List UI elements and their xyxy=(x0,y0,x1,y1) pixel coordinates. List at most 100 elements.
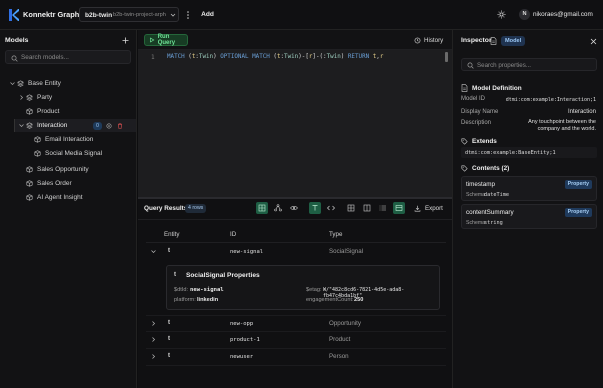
columns-icon xyxy=(363,204,371,212)
query-text[interactable]: MATCH (t:Twin) OPTIONAL MATCH (t:Twin)-[… xyxy=(167,54,383,60)
model-search-input[interactable] xyxy=(21,52,126,63)
contents-heading: Contents (2) xyxy=(461,165,509,172)
divider xyxy=(146,315,446,316)
table-cell-entity: t xyxy=(168,248,170,254)
grid-view-button[interactable] xyxy=(345,202,357,214)
run-query-button[interactable]: Run Query xyxy=(144,34,188,46)
divider xyxy=(138,219,452,220)
tree-item-label: Social Media Signal xyxy=(45,150,103,157)
tree-item-email-interaction[interactable]: Email Interaction xyxy=(34,133,93,146)
query-label: Twin xyxy=(326,54,341,60)
cube-icon xyxy=(26,180,33,187)
tree-item-product[interactable]: Product xyxy=(26,105,59,118)
extends-value-box[interactable]: dtmi:com:example:BaseEntity;1 xyxy=(461,147,597,158)
model-search[interactable] xyxy=(5,50,131,64)
user-email[interactable]: nikoraes@gmail.com xyxy=(533,11,593,18)
app-title: Konnektr Graph xyxy=(23,10,80,19)
query-keyword: MATCH xyxy=(167,54,185,60)
cube-icon xyxy=(34,136,41,143)
model-definition-heading: Model Definition xyxy=(461,84,522,92)
tree-item-social-media-signal[interactable]: Social Media Signal xyxy=(34,147,102,160)
preview-button[interactable] xyxy=(288,202,300,214)
tree-item-ai-agent-insight[interactable]: AI Agent Insight xyxy=(26,191,83,204)
graph-view-button[interactable] xyxy=(272,202,284,214)
sun-icon[interactable] xyxy=(497,10,506,19)
chevron-down-icon[interactable] xyxy=(18,122,25,129)
project-name: b2b-twin xyxy=(85,11,113,19)
avatar[interactable]: N xyxy=(519,9,530,20)
table-view-button[interactable] xyxy=(256,202,268,214)
trash-icon[interactable] xyxy=(117,123,123,129)
panel-view-button[interactable] xyxy=(393,202,405,214)
definition-key: Model ID xyxy=(461,96,486,102)
column-header-id[interactable]: ID xyxy=(230,231,236,238)
tree-item-party[interactable]: Party xyxy=(18,91,52,104)
history-label: History xyxy=(424,36,444,44)
query-editor[interactable]: 1 MATCH (t:Twin) OPTIONAL MATCH (t:Twin)… xyxy=(138,50,452,197)
eye-icon xyxy=(290,206,298,210)
project-selector[interactable]: b2b-twin b2b-twin-project-arph xyxy=(79,7,179,22)
instance-count-badge: 0 xyxy=(93,122,102,130)
definition-key: Description xyxy=(461,120,492,126)
list-icon xyxy=(379,205,386,211)
query-label: Twin xyxy=(198,54,214,60)
columns-view-button[interactable] xyxy=(361,202,373,214)
property-key: platform: xyxy=(174,297,196,303)
inspector-type-badge: Model xyxy=(501,36,526,46)
query-keyword: RETURN xyxy=(347,54,370,60)
chevron-down-icon[interactable] xyxy=(9,80,16,87)
inspector-panel: Inspector Model Model Definition Model I… xyxy=(452,30,603,388)
row-detail-card: t SocialSignal Properties $dtId: new-sig… xyxy=(166,265,440,310)
code-view-button[interactable] xyxy=(325,202,337,214)
table-cell-type: Product xyxy=(329,336,351,343)
definition-key: Display Name xyxy=(461,109,499,115)
property-value: new-signal xyxy=(190,287,224,293)
history-button[interactable]: History xyxy=(411,34,447,46)
column-header-type[interactable]: Type xyxy=(329,231,342,238)
list-view-button[interactable] xyxy=(377,202,389,214)
table-cell-type: SocialSignal xyxy=(329,248,364,255)
chevron-down-icon xyxy=(170,12,176,18)
detail-entity-label: t xyxy=(174,272,176,278)
chevron-right-icon[interactable] xyxy=(150,353,157,360)
content-name: timestamp xyxy=(466,180,496,188)
property-search-input[interactable] xyxy=(477,60,592,71)
content-kind-badge: Property xyxy=(564,208,592,217)
property-value: 250 xyxy=(354,297,364,303)
close-icon[interactable] xyxy=(590,38,597,45)
definition-value: Interaction xyxy=(567,109,596,115)
editor-scrollbar[interactable] xyxy=(445,52,448,62)
tree-item-sales-order[interactable]: Sales Order xyxy=(26,177,72,190)
add-button[interactable]: Add xyxy=(197,7,218,22)
line-number: 1 xyxy=(151,54,155,61)
table-cell-entity: t xyxy=(168,353,170,359)
chevron-right-icon[interactable] xyxy=(18,94,25,101)
tree-item-interaction[interactable]: Interaction xyxy=(18,119,67,132)
text-view-button[interactable] xyxy=(309,202,321,214)
content-card[interactable]: contentSummary Property Schema: string xyxy=(461,204,597,229)
cube-icon xyxy=(26,166,33,173)
plus-icon[interactable] xyxy=(121,36,130,45)
query-token: ]-(: xyxy=(312,54,327,60)
more-vertical-icon[interactable] xyxy=(184,9,192,21)
tree-item-base-entity[interactable]: Base Entity xyxy=(9,77,61,90)
inspector-title: Inspector xyxy=(461,37,492,44)
content-card[interactable]: timestamp Property Schema: dateTime xyxy=(461,176,597,201)
schema-value: dateTime xyxy=(484,191,509,198)
property-search[interactable] xyxy=(461,58,597,71)
query-token: )-[ xyxy=(298,54,309,60)
panel-icon xyxy=(395,205,403,211)
tree-item-label: Product xyxy=(37,108,60,115)
edit-icon[interactable] xyxy=(106,122,112,129)
tree-item-sales-opportunity[interactable]: Sales Opportunity xyxy=(26,163,89,176)
divider xyxy=(146,331,446,332)
column-header-entity[interactable]: Entity xyxy=(164,231,179,238)
history-icon xyxy=(414,37,421,43)
chevron-right-icon[interactable] xyxy=(150,336,157,343)
grid-icon xyxy=(347,204,355,212)
chevron-right-icon[interactable] xyxy=(150,320,157,327)
query-results-panel: Query Results 4 rows Export Entity ID Ty… xyxy=(138,199,452,388)
results-count-badge: 4 rows xyxy=(185,203,207,213)
chevron-down-icon[interactable] xyxy=(150,248,157,255)
export-button[interactable]: Export xyxy=(412,202,448,214)
